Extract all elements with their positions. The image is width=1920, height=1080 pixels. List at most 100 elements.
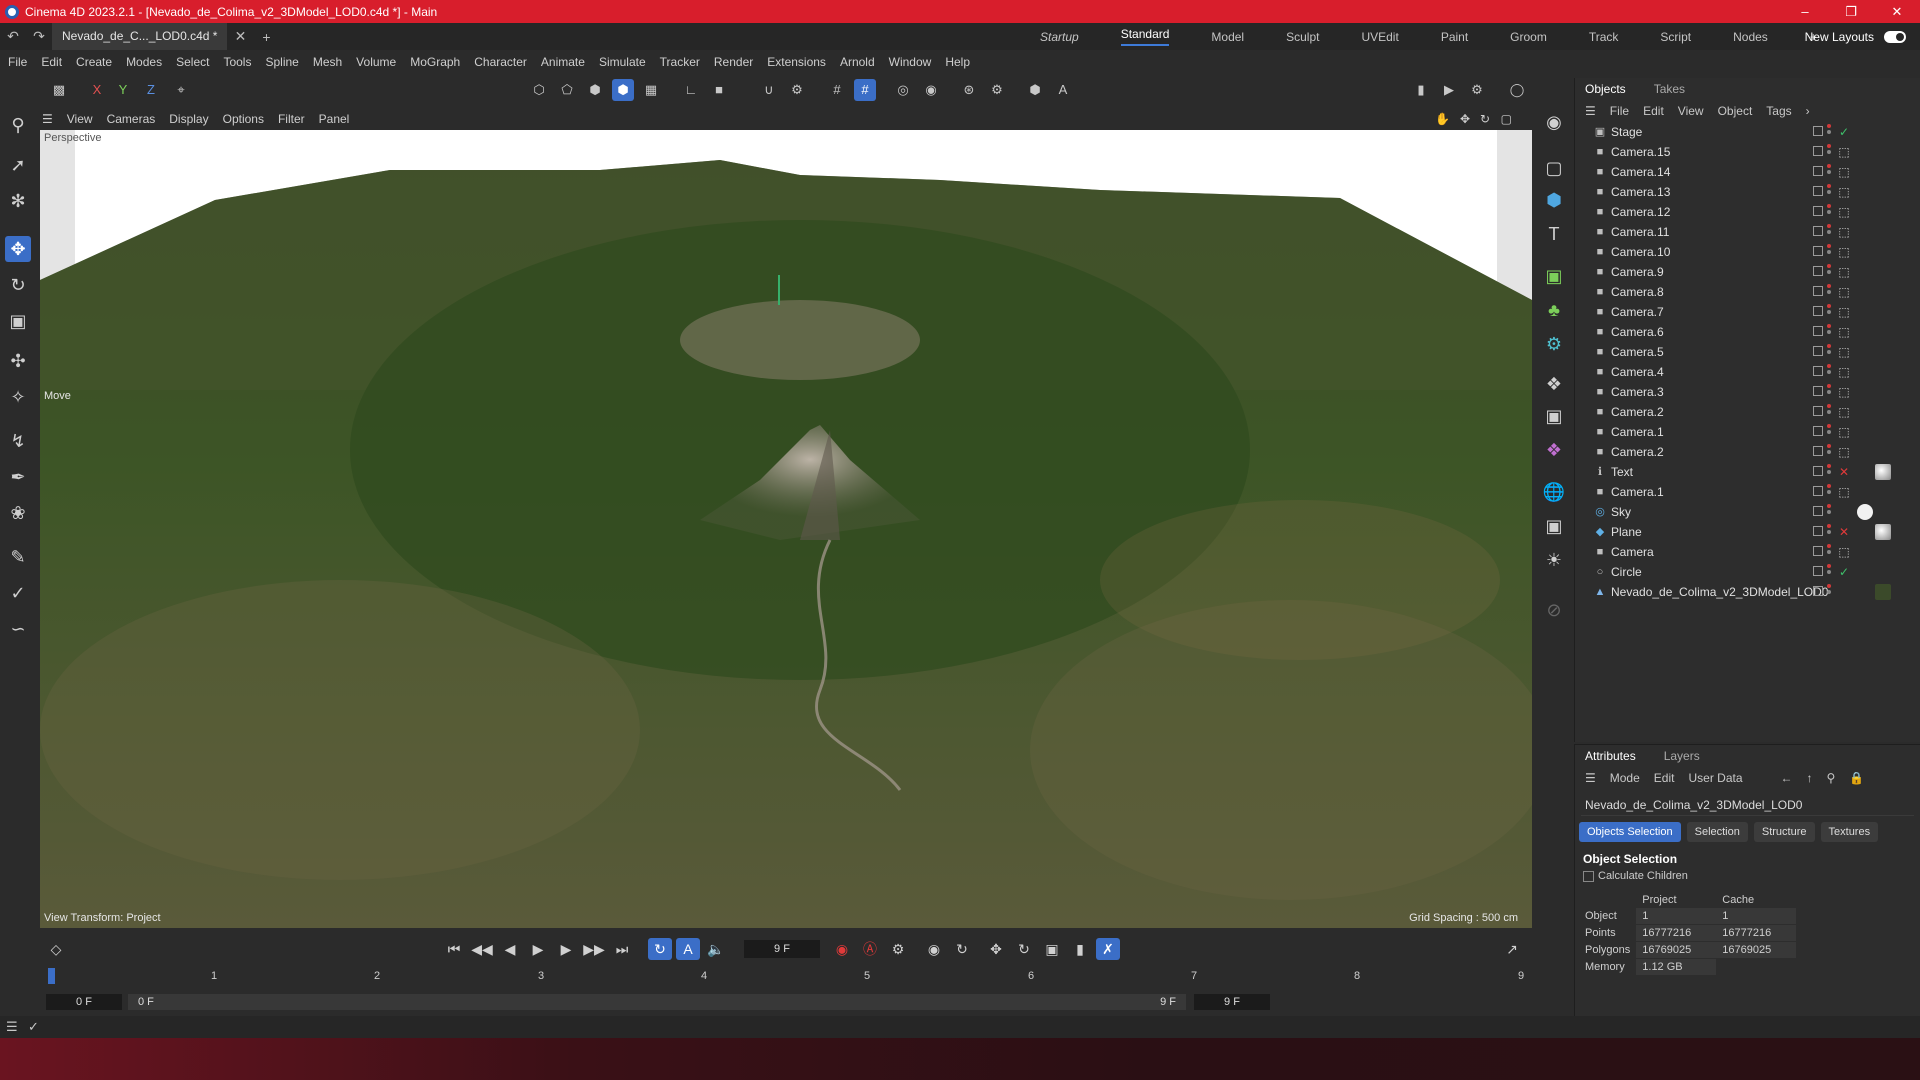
- editor-visibility-dot[interactable]: [1827, 464, 1831, 468]
- snap-icon[interactable]: #: [854, 79, 876, 101]
- target-tag-icon[interactable]: ⬚: [1837, 285, 1851, 299]
- interactive-render-icon[interactable]: ◯: [1506, 79, 1528, 101]
- object-row[interactable]: ◎ Sky: [1575, 502, 1920, 522]
- object-name[interactable]: Camera.3: [1611, 385, 1664, 399]
- object-name[interactable]: Camera.2: [1611, 445, 1664, 459]
- object-row[interactable]: ▲ Nevado_de_Colima_v2_3DModel_LOD0: [1575, 582, 1920, 602]
- menu-animate[interactable]: Animate: [541, 55, 585, 69]
- target-tag-icon[interactable]: ⬚: [1837, 145, 1851, 159]
- visibility-dots[interactable]: [1827, 424, 1831, 440]
- subtab-objects-selection[interactable]: Objects Selection: [1579, 822, 1681, 842]
- object-row[interactable]: ■ Camera ⬚: [1575, 542, 1920, 562]
- play-icon[interactable]: ▶: [526, 938, 550, 960]
- object-name[interactable]: Camera.7: [1611, 305, 1664, 319]
- target-tag-icon[interactable]: ⬚: [1837, 185, 1851, 199]
- render-settings-icon[interactable]: ⚙: [1466, 79, 1488, 101]
- render-visibility-dot[interactable]: [1827, 430, 1831, 434]
- render-visibility-dot[interactable]: [1827, 290, 1831, 294]
- visibility-dots[interactable]: [1827, 304, 1831, 320]
- spline-rectangle-icon[interactable]: ▢: [1542, 156, 1566, 180]
- edges-mode-icon[interactable]: ⬠: [556, 79, 578, 101]
- viewport-menu-filter[interactable]: Filter: [278, 112, 305, 126]
- attributes-menu-icon[interactable]: ☰: [1585, 771, 1596, 785]
- render-visibility-dot[interactable]: [1827, 130, 1831, 134]
- loop-icon[interactable]: ↻: [648, 938, 672, 960]
- environment-icon[interactable]: 🌐: [1542, 480, 1566, 504]
- layer-toggle[interactable]: [1813, 146, 1823, 156]
- object-row[interactable]: ■ Camera.15 ⬚: [1575, 142, 1920, 162]
- editor-visibility-dot[interactable]: [1827, 524, 1831, 528]
- fcurve-icon[interactable]: ↗: [1500, 938, 1524, 960]
- object-name[interactable]: Plane: [1611, 525, 1642, 539]
- target-tag-icon[interactable]: ⬚: [1837, 405, 1851, 419]
- editor-visibility-dot[interactable]: [1827, 124, 1831, 128]
- render-visibility-dot[interactable]: [1827, 330, 1831, 334]
- status-menu-icon[interactable]: ☰: [6, 1019, 18, 1035]
- tab-attributes[interactable]: Attributes: [1585, 749, 1636, 763]
- visibility-dots[interactable]: [1827, 224, 1831, 240]
- object-row[interactable]: ◆ Plane ✕: [1575, 522, 1920, 542]
- target-tag-icon[interactable]: ⬚: [1837, 345, 1851, 359]
- magnet-icon[interactable]: ∪: [758, 79, 780, 101]
- playhead[interactable]: [48, 968, 55, 984]
- render-visibility-dot[interactable]: [1827, 590, 1831, 594]
- interpolation-icon[interactable]: ▮: [1068, 938, 1092, 960]
- 3d-viewport[interactable]: Perspective Move View Transform: Project…: [40, 130, 1532, 928]
- cloth-brush-icon[interactable]: ❀: [5, 500, 31, 526]
- editor-visibility-dot[interactable]: [1827, 504, 1831, 508]
- render-to-picture-viewer-icon[interactable]: ▶: [1438, 79, 1460, 101]
- auto-keyframe-mode-icon[interactable]: A: [676, 938, 700, 960]
- layer-toggle[interactable]: [1813, 466, 1823, 476]
- render-visibility-dot[interactable]: [1827, 530, 1831, 534]
- restore-button[interactable]: ❐: [1828, 4, 1874, 20]
- editor-visibility-dot[interactable]: [1827, 564, 1831, 568]
- render-visibility-dot[interactable]: [1827, 210, 1831, 214]
- editor-visibility-dot[interactable]: [1827, 544, 1831, 548]
- knife-tool-icon[interactable]: ↯: [5, 428, 31, 454]
- attributes-menu-mode[interactable]: Mode: [1610, 771, 1640, 785]
- soft-selection-icon[interactable]: ◉: [920, 79, 942, 101]
- lock-icon[interactable]: 🔒: [1849, 771, 1864, 785]
- object-name[interactable]: Camera.14: [1611, 165, 1670, 179]
- objects-menu-icon[interactable]: ☰: [1585, 104, 1596, 118]
- layer-toggle[interactable]: [1813, 246, 1823, 256]
- render-visibility-dot[interactable]: [1827, 170, 1831, 174]
- visibility-dots[interactable]: [1827, 384, 1831, 400]
- material-tag-icon[interactable]: [1875, 584, 1891, 600]
- editor-visibility-dot[interactable]: [1827, 444, 1831, 448]
- workplane-icon[interactable]: ⚙: [786, 79, 808, 101]
- symmetry-icon[interactable]: ⊛: [958, 79, 980, 101]
- layer-toggle[interactable]: [1813, 286, 1823, 296]
- autokey-icon[interactable]: Ⓐ: [858, 938, 882, 960]
- object-row[interactable]: ▣ Stage ✓: [1575, 122, 1920, 142]
- objects-menu-object[interactable]: Object: [1718, 104, 1753, 118]
- editor-visibility-dot[interactable]: [1827, 144, 1831, 148]
- target-tag-icon[interactable]: ⬚: [1837, 385, 1851, 399]
- target-tag-icon[interactable]: ⬚: [1837, 545, 1851, 559]
- target-tag-icon[interactable]: ⬚: [1837, 365, 1851, 379]
- layer-toggle[interactable]: [1813, 506, 1823, 516]
- editor-visibility-dot[interactable]: [1827, 244, 1831, 248]
- checkbox-box[interactable]: [1583, 870, 1594, 882]
- up-arrow-icon[interactable]: ↑: [1807, 771, 1813, 785]
- visibility-dots[interactable]: [1827, 484, 1831, 500]
- menu-extensions[interactable]: Extensions: [767, 55, 826, 69]
- layout-groom[interactable]: Groom: [1510, 30, 1547, 44]
- render-visibility-dot[interactable]: [1827, 570, 1831, 574]
- target-tag-icon[interactable]: ⬚: [1837, 425, 1851, 439]
- attributes-menu-user-data[interactable]: User Data: [1688, 771, 1742, 785]
- move-tool-icon[interactable]: ✥: [5, 236, 31, 262]
- layer-toggle[interactable]: [1813, 566, 1823, 576]
- go-to-start-icon[interactable]: ⏮: [442, 938, 466, 960]
- scale-tool-icon[interactable]: ▣: [5, 308, 31, 334]
- material-icon[interactable]: ⬢: [1024, 79, 1046, 101]
- object-name[interactable]: Camera.6: [1611, 325, 1664, 339]
- start-frame-field[interactable]: 0 F: [46, 994, 122, 1010]
- layer-toggle[interactable]: [1813, 586, 1823, 596]
- menu-modes[interactable]: Modes: [126, 55, 162, 69]
- subtab-structure[interactable]: Structure: [1753, 822, 1815, 842]
- snap-tools-icon[interactable]: ✧: [5, 384, 31, 410]
- add-tab-icon[interactable]: +: [253, 29, 279, 45]
- layout-standard[interactable]: Standard: [1120, 27, 1170, 46]
- uv-mode-icon[interactable]: ▦: [640, 79, 662, 101]
